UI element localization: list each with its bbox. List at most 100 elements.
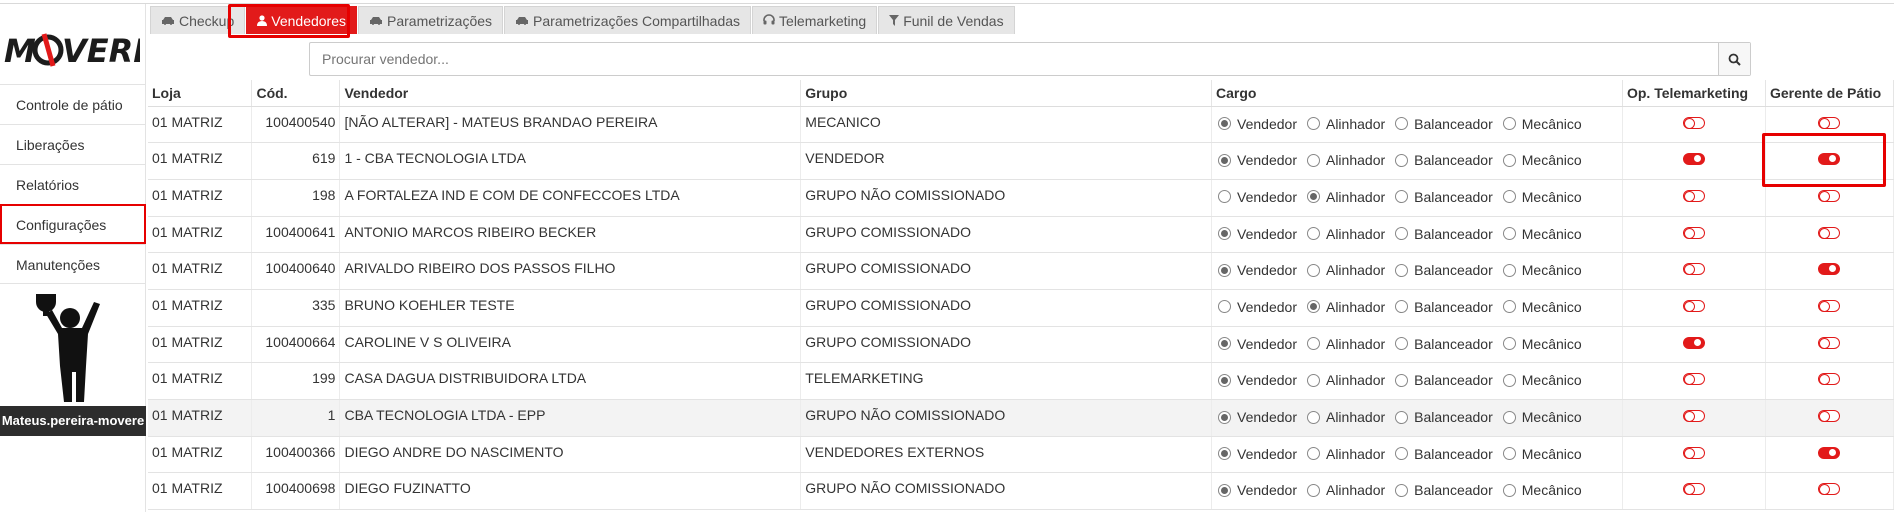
tab-parametrizacoes-compartilhadas[interactable]: Parametrizações Compartilhadas (504, 6, 752, 34)
radio-mecnico[interactable] (1502, 190, 1516, 204)
col-header-op-telemarketing[interactable]: Op. Telemarketing (1622, 80, 1766, 107)
telemarketing-toggle[interactable] (1682, 336, 1705, 349)
radio-vendedor[interactable] (1218, 263, 1232, 277)
sidebar-item-configuracoes[interactable]: Configurações (0, 204, 146, 244)
radio-mecnico[interactable] (1502, 447, 1516, 461)
sidebar-item-manutencoes[interactable]: Manutenções (0, 244, 146, 284)
radio-alinhador[interactable] (1306, 483, 1320, 497)
radio-mecnico[interactable] (1502, 153, 1516, 167)
radio-label: Balanceador (1414, 225, 1493, 242)
gerente-toggle[interactable] (1818, 373, 1841, 386)
table-row[interactable]: 01 MATRIZ 100400640 ARIVALDO RIBEIRO DOS P… (148, 252, 1894, 290)
telemarketing-toggle[interactable] (1682, 263, 1705, 276)
sidebar-item-liberacoes[interactable]: Liberações (0, 124, 146, 164)
radio-mecnico[interactable] (1502, 300, 1516, 314)
sidebar-item-controle-de-patio[interactable]: Controle de pátio (0, 84, 146, 124)
radio-alinhador[interactable] (1306, 227, 1320, 241)
radio-vendedor[interactable] (1218, 190, 1232, 204)
radio-vendedor[interactable] (1218, 227, 1232, 241)
radio-balanceador[interactable] (1395, 117, 1409, 130)
radio-mecnico[interactable] (1502, 263, 1516, 277)
telemarketing-toggle[interactable] (1682, 153, 1705, 166)
col-header-cargo[interactable]: Cargo (1211, 80, 1623, 107)
telemarketing-toggle[interactable] (1682, 299, 1705, 312)
table-row[interactable]: 01 MATRIZ 1 CBA TECNOLOGIA LTDA - EPP GRUPO… (148, 399, 1894, 437)
radio-vendedor[interactable] (1218, 117, 1232, 130)
radio-balanceador[interactable] (1395, 337, 1409, 351)
cell-op-telemarketing (1622, 326, 1766, 364)
radio-balanceador[interactable] (1395, 153, 1409, 167)
col-header-vendedor[interactable]: Vendedor (339, 80, 802, 107)
radio-balanceador[interactable] (1395, 227, 1409, 241)
radio-alinhador[interactable] (1306, 337, 1320, 351)
table-row[interactable]: 01 MATRIZ 335 BRUNO KOEHLER TESTE GRUPO COM… (148, 289, 1894, 327)
radio-balanceador[interactable] (1395, 263, 1409, 277)
gerente-toggle[interactable] (1818, 299, 1841, 312)
radio-mecnico[interactable] (1502, 410, 1516, 424)
radio-balanceador[interactable] (1395, 300, 1409, 314)
radio-alinhador[interactable] (1306, 263, 1320, 277)
radio-balanceador[interactable] (1395, 373, 1409, 387)
table-row[interactable]: 01 MATRIZ 100400664 CAROLINE V S OLIVEIRA G… (148, 326, 1894, 364)
telemarketing-toggle[interactable] (1682, 189, 1705, 202)
radio-vendedor[interactable] (1218, 447, 1232, 461)
telemarketing-toggle[interactable] (1682, 116, 1705, 129)
gerente-toggle[interactable] (1818, 410, 1841, 422)
radio-mecnico[interactable] (1502, 117, 1516, 130)
tab-parametrizacoes[interactable]: Parametrizações (358, 6, 504, 34)
telemarketing-toggle[interactable] (1682, 446, 1705, 459)
table-row[interactable]: 01 MATRIZ 198 A FORTALEZA IND E COM DE CON… (148, 179, 1894, 217)
tab-telemarketing[interactable]: Telemarketing (752, 6, 878, 34)
col-header-grupo[interactable]: Grupo (800, 80, 1213, 107)
gerente-toggle[interactable] (1818, 483, 1841, 496)
radio-vendedor[interactable] (1218, 300, 1232, 314)
table-row[interactable]: 01 MATRIZ 100400540 [NÃO ALTERAR] - MATEUS… (148, 106, 1894, 144)
tab-vendedores[interactable]: Vendedores (246, 6, 357, 34)
gerente-toggle[interactable] (1818, 116, 1841, 129)
gerente-toggle[interactable] (1818, 189, 1841, 202)
table-row[interactable]: 01 MATRIZ 199 CASA DAGUA DISTRIBUIDORA LTD… (148, 362, 1894, 400)
radio-balanceador[interactable] (1395, 483, 1409, 497)
radio-vendedor[interactable] (1218, 153, 1232, 167)
table-row[interactable]: 01 MATRIZ 100400698 DIEGO FUZINATTO GRUPO N… (148, 472, 1894, 511)
telemarketing-toggle[interactable] (1682, 226, 1705, 239)
radio-balanceador[interactable] (1395, 410, 1409, 424)
radio-alinhador[interactable] (1306, 300, 1320, 314)
radio-alinhador[interactable] (1306, 190, 1320, 204)
radio-vendedor[interactable] (1218, 410, 1232, 424)
telemarketing-toggle[interactable] (1682, 483, 1705, 496)
tab-checkup[interactable]: Checkup (150, 6, 246, 34)
radio-balanceador[interactable] (1395, 190, 1409, 204)
radio-balanceador[interactable] (1395, 447, 1409, 461)
movere-logo[interactable]: M VERE (4, 26, 155, 76)
radio-alinhador[interactable] (1306, 117, 1320, 130)
radio-alinhador[interactable] (1306, 373, 1320, 387)
radio-alinhador[interactable] (1306, 410, 1320, 424)
gerente-toggle[interactable] (1818, 446, 1841, 459)
radio-alinhador[interactable] (1306, 153, 1320, 167)
table-row[interactable]: 01 MATRIZ 619 1 - CBA TECNOLOGIA LTDA VENDE… (148, 142, 1894, 180)
table-row[interactable]: 01 MATRIZ 100400641 ANTONIO MARCOS RIBEIRO… (148, 216, 1894, 254)
col-header-gerente-de-patio[interactable]: Gerente de Pátio (1765, 80, 1894, 107)
radio-mecnico[interactable] (1502, 483, 1516, 497)
gerente-toggle[interactable] (1818, 263, 1841, 276)
telemarketing-toggle[interactable] (1682, 373, 1705, 386)
radio-mecnico[interactable] (1502, 337, 1516, 351)
radio-alinhador[interactable] (1306, 447, 1320, 461)
search-input[interactable] (310, 43, 1710, 75)
sidebar-item-relatorios[interactable]: Relatórios (0, 164, 146, 204)
radio-vendedor[interactable] (1218, 373, 1232, 387)
radio-vendedor[interactable] (1218, 337, 1232, 351)
search-button[interactable] (1718, 43, 1750, 75)
col-header-loja[interactable]: Loja (148, 80, 253, 107)
gerente-toggle[interactable] (1818, 336, 1841, 349)
radio-mecnico[interactable] (1502, 227, 1516, 241)
tab-funil-de-vendas[interactable]: Funil de Vendas (878, 6, 1015, 34)
radio-mecnico[interactable] (1502, 373, 1516, 387)
telemarketing-toggle[interactable] (1682, 410, 1705, 422)
col-header-cod[interactable]: Cód. (251, 80, 341, 107)
gerente-toggle[interactable] (1818, 226, 1841, 239)
gerente-toggle[interactable] (1818, 153, 1841, 166)
table-row[interactable]: 01 MATRIZ 100400366 DIEGO ANDRE DO NASCIME… (148, 436, 1894, 474)
radio-vendedor[interactable] (1218, 483, 1232, 497)
